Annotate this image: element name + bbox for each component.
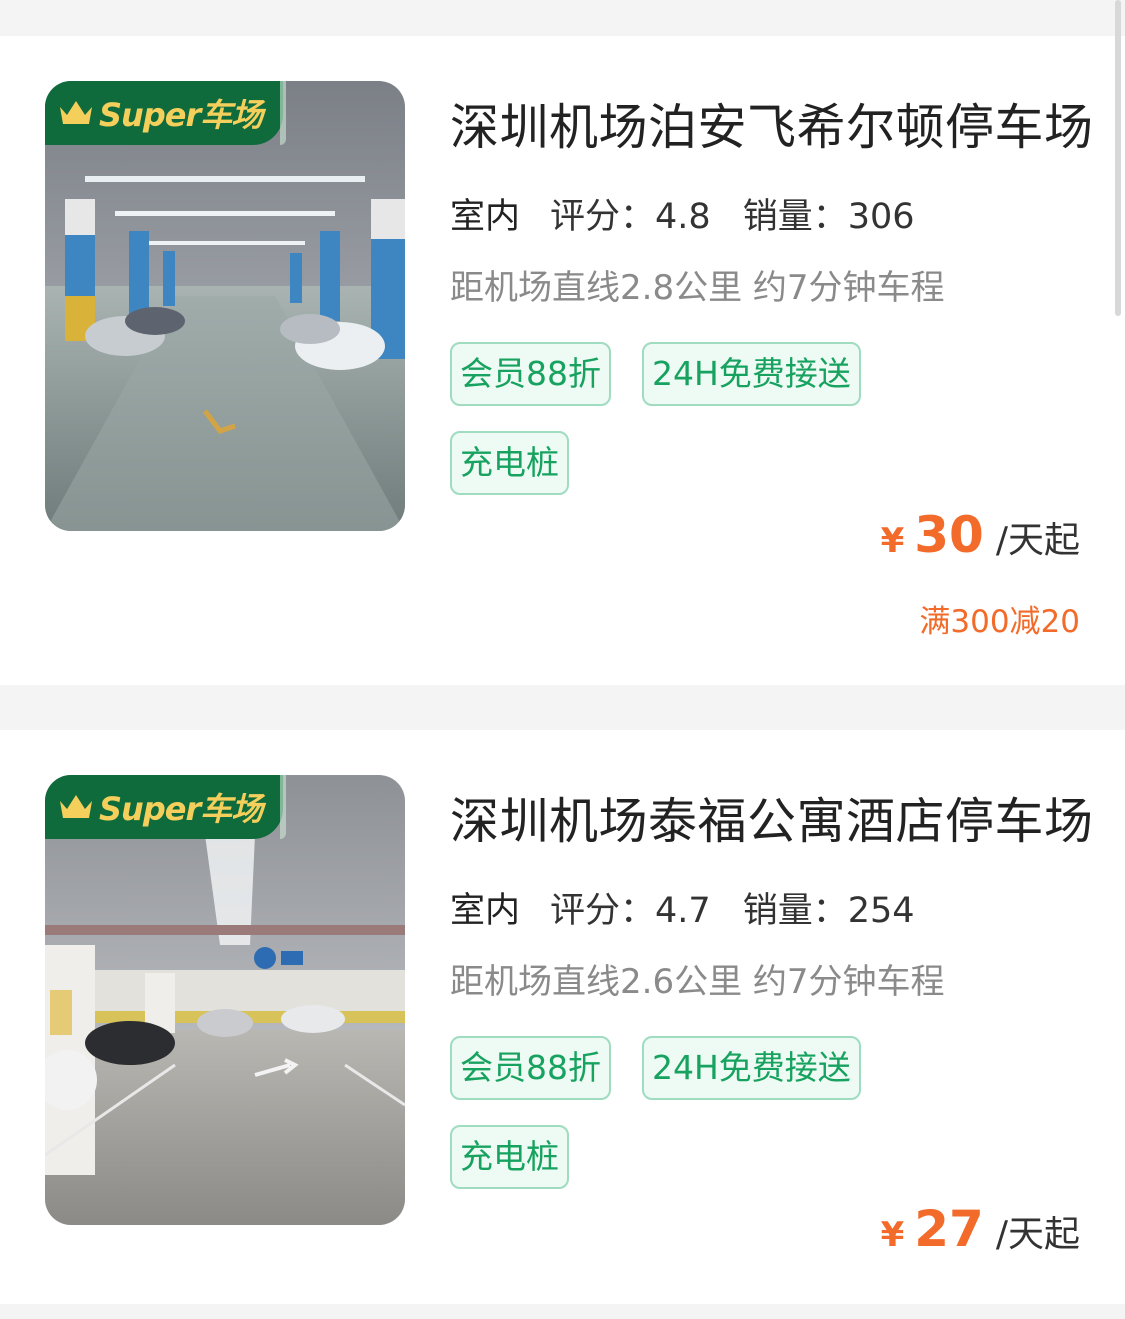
tag-member-discount: 会员88折 <box>450 342 611 406</box>
sales-count: 销量：254 <box>742 891 915 931</box>
super-badge: Super车场 <box>45 81 286 145</box>
promo-label: 满300减20 <box>919 604 1080 640</box>
crown-icon <box>60 101 92 124</box>
tag-free-shuttle: 24H免费接送 <box>642 342 861 406</box>
price: ¥ 30 /天起 <box>881 506 1080 564</box>
tag-charging-station: 充电桩 <box>450 1125 569 1189</box>
super-badge: Super车场 <box>45 775 286 839</box>
price-unit: /天起 <box>995 1214 1080 1255</box>
parking-lot-photo[interactable]: Super车场 <box>45 775 405 1225</box>
rating: 评分：4.7 <box>550 891 711 931</box>
crown-icon <box>60 795 92 818</box>
distance-info: 距机场直线2.8公里 约7分钟车程 <box>450 268 945 308</box>
parking-lot-card[interactable]: Super车场 深圳机场泰福公寓酒店停车场 室内 评分：4.7 销量：254 距… <box>0 730 1125 1304</box>
parking-lot-name[interactable]: 深圳机场泊安飞希尔顿停车场 <box>450 88 1094 159</box>
price-unit: /天起 <box>995 520 1080 561</box>
distance-info: 距机场直线2.6公里 约7分钟车程 <box>450 962 945 1002</box>
tag-member-discount: 会员88折 <box>450 1036 611 1100</box>
yen-symbol: ¥ <box>880 1215 905 1255</box>
parking-lot-meta: 室内 评分：4.8 销量：306 <box>447 188 915 241</box>
tag-charging-station: 充电桩 <box>450 431 569 495</box>
price: ¥ 27 /天起 <box>881 1200 1080 1258</box>
tag-free-shuttle: 24H免费接送 <box>642 1036 861 1100</box>
parking-lot-list: Super车场 深圳机场泊安飞希尔顿停车场 室内 评分：4.8 销量：306 距… <box>0 0 1125 1319</box>
price-amount: 30 <box>914 506 984 564</box>
parking-lot-card[interactable]: Super车场 深圳机场泊安飞希尔顿停车场 室内 评分：4.8 销量：306 距… <box>0 36 1125 685</box>
indoor-label: 室内 <box>447 882 521 935</box>
price-amount: 27 <box>914 1200 984 1258</box>
rating: 评分：4.8 <box>550 197 711 237</box>
sales-count: 销量：306 <box>742 197 915 237</box>
indoor-label: 室内 <box>447 188 521 241</box>
parking-lot-meta: 室内 评分：4.7 销量：254 <box>447 882 915 935</box>
scrollbar[interactable] <box>1115 0 1121 316</box>
yen-symbol: ¥ <box>880 521 905 561</box>
parking-lot-name[interactable]: 深圳机场泰福公寓酒店停车场 <box>450 782 1094 853</box>
parking-lot-photo[interactable]: Super车场 <box>45 81 405 531</box>
